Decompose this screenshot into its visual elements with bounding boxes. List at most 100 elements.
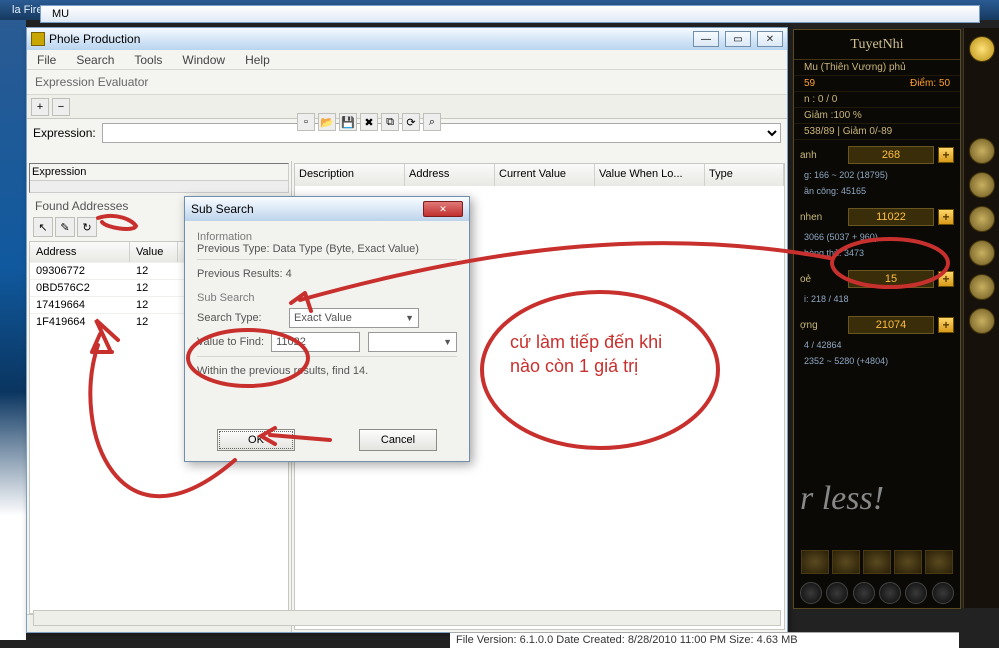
dialog-info-heading: Information [197,231,457,243]
mu-window: MU [40,5,980,25]
char-line: n : 0 / 0 [794,92,960,108]
copy-icon[interactable]: ⧉ [381,113,399,131]
game-orb[interactable] [932,582,954,604]
promo-text: r less! [800,480,960,518]
dialog-close-button[interactable]: ✕ [423,201,463,217]
sidebar-orb-icon[interactable] [969,274,995,300]
open-folder-icon[interactable]: 📂 [318,113,336,131]
bottom-scrollbar[interactable] [33,610,781,626]
game-orb[interactable] [800,582,822,604]
col-current[interactable]: Current Value [495,164,595,186]
refresh-icon[interactable]: ⟳ [402,113,420,131]
remove-icon[interactable]: − [52,98,70,116]
sidebar-orb-icon[interactable] [969,308,995,334]
cell-value: 12 [130,297,178,313]
found-pick-icon[interactable]: ↖ [33,217,53,237]
cancel-button[interactable]: Cancel [359,429,437,451]
menu-bar: File Search Tools Window Help [27,50,787,70]
annotation-line: cứ làm tiếp đến khi [510,330,720,354]
game-character-panel: TuyetNhi Mu (Thiên Vương) phủ 59 Điểm: 5… [793,29,961,609]
search-type-combo[interactable]: Exact Value ▼ [289,308,419,328]
stat-value: 11022 [848,208,934,226]
col-address[interactable]: Address [30,242,130,262]
mu-title-text: MU [52,8,69,20]
game-right-sidebar [963,28,999,608]
menu-search[interactable]: Search [66,50,124,69]
maximize-button[interactable]: ▭ [725,31,751,47]
value-to-find-input[interactable]: 11022 [271,332,360,352]
minimize-button[interactable]: — [693,31,719,47]
stat-value: 21074 [848,316,934,334]
col-locked[interactable]: Value When Lo... [595,164,705,186]
search-icon[interactable]: ⌕ [423,113,441,131]
sidebar-close-icon[interactable] [969,36,995,62]
char-line: Giảm :100 % [794,108,960,124]
chevron-down-icon: ▼ [405,313,414,323]
new-file-icon[interactable]: ▫ [297,113,315,131]
value-to-find-text: 11022 [276,336,306,348]
stat-block: oẻ 15 + i: 218 / 418 [794,270,960,310]
sidebar-orb-icon[interactable] [969,172,995,198]
expression-box: Expression [29,163,289,193]
right-toolbar: ▫ 📂 💾 ✖ ⧉ ⟳ ⌕ [297,113,783,131]
found-refresh-icon[interactable]: ↻ [77,217,97,237]
col-description[interactable]: Description [295,164,405,186]
char-name: TuyetNhi [794,34,960,60]
cell-address: 17419664 [30,297,130,313]
annotation-text: cứ làm tiếp đến khi nào còn 1 giá trị [510,330,720,379]
value-extra-combo[interactable]: ▼ [368,332,457,352]
stat-plus-button[interactable]: + [938,317,954,333]
phole-titlebar[interactable]: Phole Production — ▭ ✕ [27,28,787,50]
stat-plus-button[interactable]: + [938,271,954,287]
stat-sub: 2352 ~ 5280 (+4804) [794,356,960,372]
stat-sub: hòng thủ: 3473 [794,248,960,264]
sub-toolbar-label: Expression Evaluator [27,70,787,95]
stat-value: 268 [848,146,934,164]
game-tab-icon[interactable] [801,550,829,574]
cell-address: 0BD576C2 [30,280,130,296]
expression-box-title: Expression [32,166,286,178]
sidebar-orb-icon[interactable] [969,206,995,232]
close-button[interactable]: ✕ [757,31,783,47]
dialog-section-heading: Sub Search [197,292,457,304]
menu-file[interactable]: File [27,50,66,69]
sub-search-dialog: Sub Search ✕ Information Previous Type: … [184,196,470,462]
ok-button[interactable]: OK [217,429,295,451]
stat-label: ợng [800,320,848,331]
col-address[interactable]: Address [405,164,495,186]
cell-value: 12 [130,280,178,296]
found-wand-icon[interactable]: ✎ [55,217,75,237]
status-bar: File Version: 6.1.0.0 Date Created: 8/28… [450,632,959,648]
game-tab-icon[interactable] [894,550,922,574]
delete-icon[interactable]: ✖ [360,113,378,131]
game-orb[interactable] [905,582,927,604]
game-tab-icon[interactable] [863,550,891,574]
save-icon[interactable]: 💾 [339,113,357,131]
game-orbs [794,582,960,604]
stat-plus-button[interactable]: + [938,147,954,163]
menu-help[interactable]: Help [235,50,280,69]
annotation-line: nào còn 1 giá trị [510,354,720,378]
game-orb[interactable] [826,582,848,604]
menu-window[interactable]: Window [172,50,235,69]
menu-tools[interactable]: Tools [124,50,172,69]
char-subtitle: Mu (Thiên Vương) phủ [794,60,960,76]
add-icon[interactable]: + [31,98,49,116]
game-tab-icon[interactable] [832,550,860,574]
dialog-prev-type: Previous Type: Data Type (Byte, Exact Va… [197,243,457,255]
char-line: 538/89 | Giảm 0/-89 [794,124,960,140]
cell-value: 12 [130,263,178,279]
game-orb[interactable] [879,582,901,604]
sidebar-orb-icon[interactable] [969,240,995,266]
stat-block: ợng 21074 + 4 / 42864 2352 ~ 5280 (+4804… [794,316,960,372]
stat-sub: ần công: 45165 [794,186,960,202]
game-tab-icon[interactable] [925,550,953,574]
game-orb[interactable] [853,582,875,604]
dialog-titlebar[interactable]: Sub Search ✕ [185,197,469,221]
sidebar-orb-icon[interactable] [969,138,995,164]
col-value[interactable]: Value [130,242,178,262]
char-line: 59 Điểm: 50 [794,76,960,92]
stat-plus-button[interactable]: + [938,209,954,225]
h-scrollbar[interactable] [30,180,288,193]
col-type[interactable]: Type [705,164,784,186]
